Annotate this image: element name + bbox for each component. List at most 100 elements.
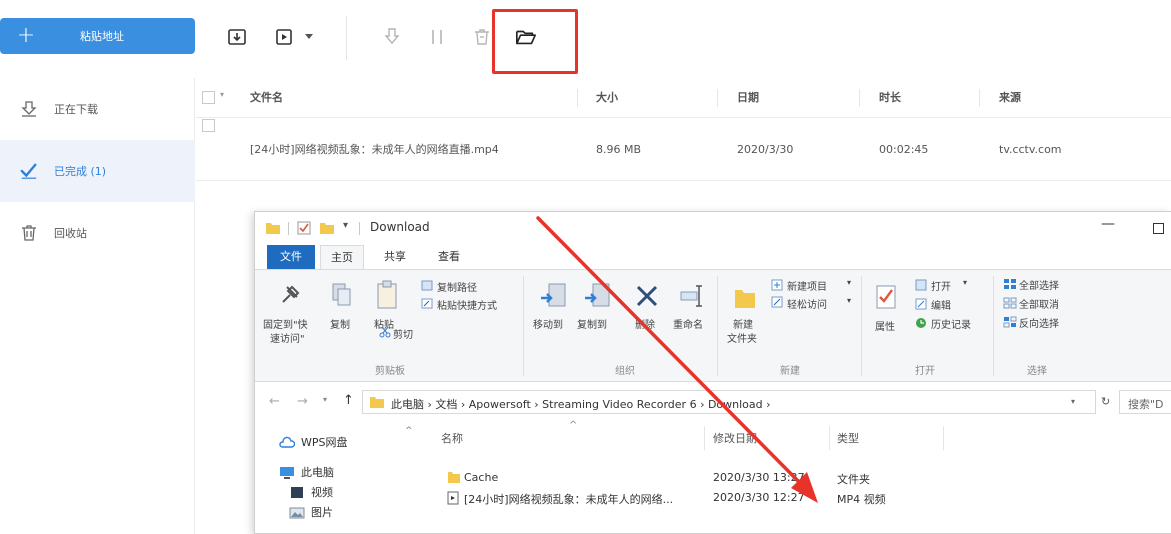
address-path: 此电脑 › 文档 › Apowersoft › Streaming Video … <box>391 398 771 411</box>
group-organize: 组织 <box>615 366 635 377</box>
properties-label[interactable]: 属性 <box>875 318 895 333</box>
scissors-icon <box>379 326 391 338</box>
download-arrow-icon[interactable] <box>381 26 403 48</box>
pin-label[interactable]: 固定到"快 <box>263 316 308 331</box>
new-folder-label-2[interactable]: 文件夹 <box>727 330 757 345</box>
up-icon[interactable]: ↑ <box>343 393 354 408</box>
select-none-label[interactable]: 全部取消 <box>1019 296 1059 311</box>
delete-icon[interactable] <box>471 26 493 48</box>
chevron-down-icon[interactable]: ▾ <box>847 296 851 305</box>
copy-to-label[interactable]: 复制到 <box>577 316 607 331</box>
nav-item-wps[interactable]: WPS网盘 <box>279 434 348 450</box>
tab-view[interactable]: 查看 <box>427 245 471 269</box>
list-header: ▾ 文件名 大小 日期 时长 来源 <box>196 78 1171 118</box>
refresh-icon[interactable]: ↻ <box>1101 395 1110 408</box>
chevron-down-icon[interactable] <box>302 26 316 48</box>
select-none-icon <box>1003 297 1017 309</box>
select-all-label[interactable]: 全部选择 <box>1019 277 1059 292</box>
group-open: 打开 <box>915 366 935 377</box>
sidebar-item-downloading[interactable]: 正在下载 <box>0 78 195 140</box>
open-label[interactable]: 打开 <box>931 278 951 293</box>
chevron-down-icon[interactable]: ▾ <box>847 278 851 287</box>
column-name[interactable]: 文件名 <box>250 78 283 118</box>
trash-icon <box>20 224 38 242</box>
pause-icon[interactable] <box>426 26 448 48</box>
history-label[interactable]: 历史记录 <box>931 316 971 331</box>
nav-item-videos[interactable]: 视频 <box>289 484 333 500</box>
copy-to-icon[interactable] <box>583 282 611 310</box>
new-folder-icon[interactable] <box>733 284 757 310</box>
maximize-icon[interactable] <box>1153 223 1164 234</box>
move-to-icon[interactable] <box>539 282 567 310</box>
pin-label-2[interactable]: 速访问" <box>270 330 305 345</box>
search-input[interactable]: 搜索"D <box>1119 390 1171 414</box>
paste-icon[interactable] <box>375 280 399 310</box>
table-row[interactable]: [24小时]网络视频乱象：未成年人的网络直播.mp4 8.96 MB 2020/… <box>196 119 1171 181</box>
folder-icon <box>266 223 280 234</box>
new-folder-label[interactable]: 新建 <box>733 316 753 331</box>
rename-label[interactable]: 重命名 <box>673 316 703 331</box>
address-input[interactable]: 此电脑 › 文档 › Apowersoft › Streaming Video … <box>362 390 1096 414</box>
file-column-name[interactable]: 名称 <box>441 430 463 446</box>
file-column-type[interactable]: 类型 <box>837 430 859 446</box>
explorer-window: ▾ Download — 文件 主页 共享 查看 固定到"快 速访问" 复制 粘… <box>254 211 1171 534</box>
nav-item-label: 图片 <box>311 506 333 519</box>
sidebar-item-completed[interactable]: 已完成 (1) <box>0 140 195 202</box>
import-file-icon[interactable] <box>226 26 248 48</box>
download-icon <box>20 100 38 118</box>
close-icon[interactable] <box>635 284 659 308</box>
paste-shortcut-label[interactable]: 粘贴快捷方式 <box>437 297 497 312</box>
edit-label[interactable]: 编辑 <box>931 297 951 312</box>
copy-label[interactable]: 复制 <box>330 316 350 331</box>
paste-url-button[interactable]: + 粘贴地址 <box>0 18 195 54</box>
invert-selection-label[interactable]: 反向选择 <box>1019 315 1059 330</box>
group-select: 选择 <box>1027 366 1047 377</box>
column-source[interactable]: 来源 <box>999 78 1021 118</box>
chevron-down-icon[interactable]: ▾ <box>220 90 224 99</box>
file-type: MP4 视频 <box>837 493 886 506</box>
column-divider <box>577 89 578 107</box>
forward-icon[interactable]: → <box>297 394 308 409</box>
column-date[interactable]: 日期 <box>737 78 759 118</box>
chevron-down-icon[interactable]: ▾ <box>1071 397 1075 406</box>
nav-item-this-pc[interactable]: 此电脑 <box>279 464 334 480</box>
column-duration[interactable]: 时长 <box>879 78 901 118</box>
column-size[interactable]: 大小 <box>596 78 618 118</box>
file-column-date[interactable]: 修改日期 <box>713 430 757 446</box>
row-checkbox[interactable] <box>202 119 215 132</box>
copy-icon[interactable] <box>331 282 353 308</box>
highlight-box <box>492 9 578 74</box>
shortcut-icon <box>421 298 433 309</box>
easy-access-label[interactable]: 轻松访问 <box>787 296 827 311</box>
file-name: [24小时]网络视频乱象：未成年人的网络... <box>464 493 674 506</box>
chevron-up-icon[interactable]: ^ <box>405 426 413 436</box>
sidebar-item-label: 回收站 <box>54 227 87 240</box>
list-item[interactable]: Cache 2020/3/30 13:27 文件夹 <box>441 469 1141 487</box>
back-icon[interactable]: ← <box>269 394 280 409</box>
file-modified: 2020/3/30 13:27 <box>713 471 805 484</box>
folder-icon <box>448 472 460 483</box>
tab-home[interactable]: 主页 <box>320 245 364 269</box>
select-all-checkbox[interactable] <box>202 91 215 104</box>
tab-file[interactable]: 文件 <box>267 245 315 269</box>
chevron-down-icon[interactable]: ▾ <box>343 220 348 231</box>
move-to-label[interactable]: 移动到 <box>533 316 563 331</box>
list-item[interactable]: [24小时]网络视频乱象：未成年人的网络... 2020/3/30 12:27 … <box>441 489 1141 507</box>
cut-label[interactable]: 剪切 <box>393 326 413 341</box>
properties-icon[interactable] <box>875 284 897 310</box>
computer-icon <box>280 466 294 479</box>
new-item-label[interactable]: 新建项目 <box>787 278 827 293</box>
minimize-icon[interactable]: — <box>1101 216 1115 232</box>
nav-item-pictures[interactable]: 图片 <box>289 504 333 520</box>
sidebar-item-recycle[interactable]: 回收站 <box>0 202 195 264</box>
chevron-down-icon[interactable]: ▾ <box>963 278 967 287</box>
delete-label[interactable]: 删除 <box>635 316 655 331</box>
pin-icon[interactable] <box>281 284 303 308</box>
copy-path-label[interactable]: 复制路径 <box>437 279 477 294</box>
video-file-icon[interactable] <box>273 26 295 48</box>
tab-share[interactable]: 共享 <box>373 245 417 269</box>
chevron-down-icon[interactable]: ▾ <box>323 395 327 404</box>
properties-check-icon[interactable] <box>297 221 311 235</box>
new-folder-icon[interactable] <box>319 221 335 235</box>
rename-icon[interactable] <box>679 284 705 308</box>
